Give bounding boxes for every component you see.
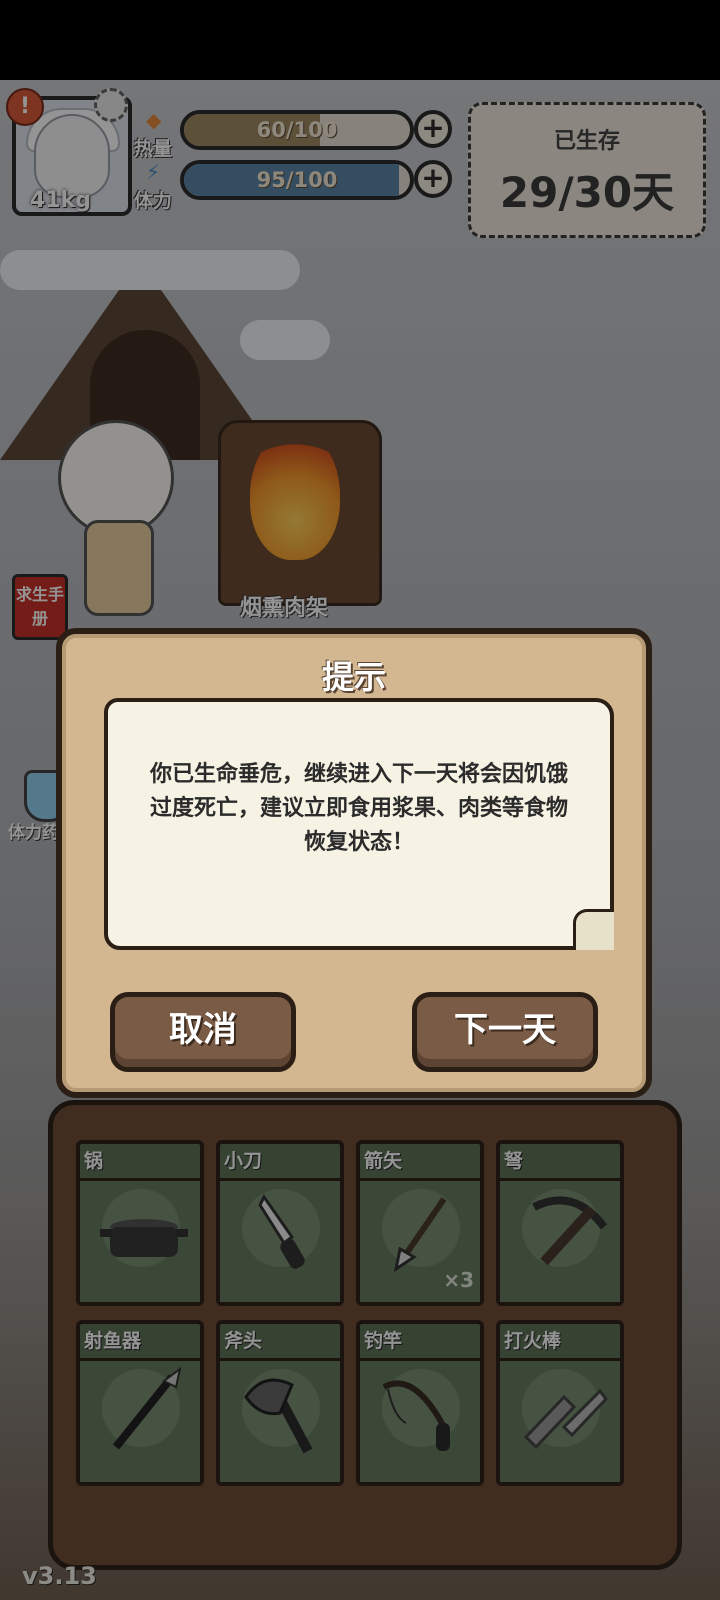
cancel-button[interactable]: 取消 [110,992,296,1072]
dialog-message: 你已生命垂危，继续进入下一天将会因饥饿 过度死亡，建议立即食用浆果、肉类等食物 … [116,758,602,860]
dialog-message-paper: 你已生命垂危，继续进入下一天将会因饥饿 过度死亡，建议立即食用浆果、肉类等食物 … [104,698,614,950]
paper-curl [573,909,614,950]
dialog-message-line: 过度死亡，建议立即食用浆果、肉类等食物 [149,796,568,821]
dialog-message-line: 你已生命垂危，继续进入下一天将会因饥饿 [149,762,568,787]
next-day-button[interactable]: 下一天 [412,992,598,1072]
warning-dialog: 提示 你已生命垂危，继续进入下一天将会因饥饿 过度死亡，建议立即食用浆果、肉类等… [56,628,652,1098]
dialog-title: 提示 [321,658,386,696]
dialog-message-line: 恢复状态！ [303,830,414,855]
